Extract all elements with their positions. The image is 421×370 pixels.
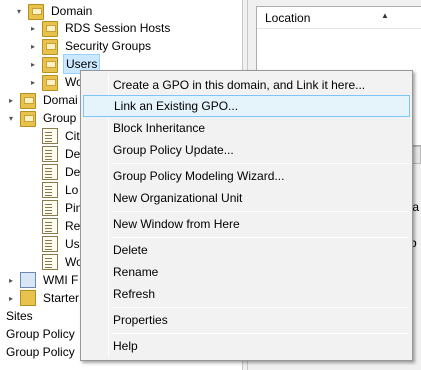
menu-item-group-policy-modeling-wizard[interactable]: Group Policy Modeling Wizard... <box>83 165 410 187</box>
menu-item-new-organizational-unit[interactable]: New Organizational Unit <box>83 187 410 209</box>
menu-item-delete[interactable]: Delete <box>83 239 410 261</box>
gpo-document-icon <box>42 146 58 162</box>
menu-separator <box>112 211 408 212</box>
gpo-document-icon <box>42 164 58 180</box>
gpo-document-icon <box>42 236 58 252</box>
menu-separator <box>112 333 408 334</box>
menu-item-help[interactable]: Help <box>83 335 410 357</box>
menu-item-new-window-from-here[interactable]: New Window from Here <box>83 213 410 235</box>
menu-separator <box>112 163 408 164</box>
sort-ascending-icon: ▲ <box>381 11 389 20</box>
menu-item-link-existing-gpo[interactable]: Link an Existing GPO... <box>83 95 410 117</box>
tree-item-label: Starter <box>43 291 80 305</box>
location-column-header[interactable]: Location ▲ <box>257 7 421 29</box>
menu-item-refresh[interactable]: Refresh <box>83 283 410 305</box>
gpo-document-icon <box>42 182 58 198</box>
gpo-document-icon <box>42 218 58 234</box>
menu-item-block-inheritance[interactable]: Block Inheritance <box>83 117 410 139</box>
folder-icon <box>20 111 36 127</box>
wmi-filter-icon <box>20 272 36 288</box>
menu-item-create-gpo-and-link[interactable]: Create a GPO in this domain, and Link it… <box>83 74 410 96</box>
gpo-document-icon <box>42 254 58 270</box>
starter-gpo-icon <box>20 290 36 306</box>
menu-item-properties[interactable]: Properties <box>83 309 410 331</box>
gpo-document-icon <box>42 200 58 216</box>
menu-separator <box>112 307 408 308</box>
menu-item-rename[interactable]: Rename <box>83 261 410 283</box>
menu-item-group-policy-update[interactable]: Group Policy Update... <box>83 139 410 161</box>
gpo-document-icon <box>42 128 58 144</box>
tree-item-group-policy-results[interactable]: Group Policy <box>4 341 77 363</box>
collapse-arrow-icon[interactable]: ▾ <box>14 0 24 22</box>
context-menu: Create a GPO in this domain, and Link it… <box>80 70 413 361</box>
menu-separator <box>112 237 408 238</box>
column-header-label: Location <box>265 10 311 25</box>
collapse-arrow-icon[interactable]: ▾ <box>6 107 16 129</box>
tree-item-label: Group Policy <box>6 345 75 359</box>
